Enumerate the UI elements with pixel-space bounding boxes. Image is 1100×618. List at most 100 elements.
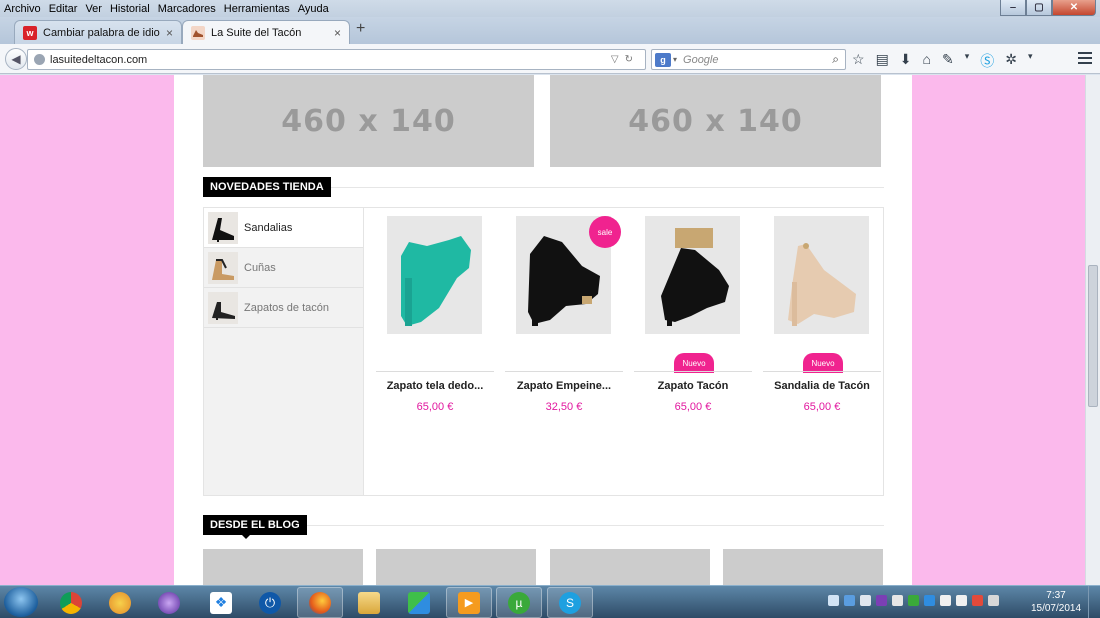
pen-icon[interactable]: ✎: [942, 51, 954, 71]
taskbar-media-player[interactable]: ▶: [446, 587, 492, 618]
blog-card[interactable]: [723, 549, 883, 585]
maximize-button[interactable]: ▢: [1026, 0, 1052, 16]
taskbar-utorrent[interactable]: µ: [496, 587, 542, 618]
clock-time: 7:37: [1046, 590, 1066, 601]
category-item-zapatos-de-tacon[interactable]: Zapatos de tacón: [204, 288, 363, 328]
onenote-icon[interactable]: [876, 595, 887, 606]
close-window-button[interactable]: ✕: [1052, 0, 1096, 16]
globe-icon: [34, 54, 45, 65]
menu-historial[interactable]: Historial: [106, 1, 154, 17]
product-name[interactable]: Zapato Empeine...: [505, 380, 623, 392]
category-item-cunas[interactable]: Cuñas: [204, 248, 363, 288]
menu-editar[interactable]: Editar: [45, 1, 82, 17]
blog-card[interactable]: [376, 549, 536, 585]
product-divider: [634, 371, 752, 372]
paint-palette-icon: [109, 591, 131, 614]
system-clock[interactable]: 7:37 15/07/2014: [1026, 589, 1086, 615]
minimize-button[interactable]: ‒: [1000, 0, 1026, 16]
taskbar-skype[interactable]: S: [547, 587, 593, 618]
chevron-down-icon[interactable]: ▾: [965, 51, 970, 71]
back-button[interactable]: ◀: [5, 48, 27, 70]
taskbar-orb-app[interactable]: [146, 587, 192, 618]
vertical-scrollbar[interactable]: [1085, 75, 1100, 585]
power-icon: ⏻: [259, 591, 281, 614]
menu-marcadores[interactable]: Marcadores: [154, 1, 220, 17]
taskbar-firefox[interactable]: [297, 587, 343, 618]
category-item-sandalias[interactable]: Sandalias: [204, 208, 363, 248]
banner-placeholder[interactable]: 460 x 140: [203, 75, 534, 167]
menu-archivo[interactable]: Archivo: [0, 1, 45, 17]
taskbar-explorer[interactable]: [346, 587, 392, 618]
tray-app-icon[interactable]: [988, 595, 999, 606]
home-icon[interactable]: ⌂: [923, 51, 931, 71]
product-price: 65,00 €: [803, 401, 841, 413]
chrome-icon: [60, 591, 82, 614]
url-actions: ▽↻: [611, 54, 639, 65]
search-icon[interactable]: ⌕: [832, 52, 839, 67]
taskbar-dropbox[interactable]: ❖: [198, 587, 244, 618]
product-image[interactable]: [387, 216, 482, 334]
tab-la-suite-del-tacon[interactable]: La Suite del Tacón ×: [182, 20, 350, 44]
tray-app-icon[interactable]: [860, 595, 871, 606]
skype-icon[interactable]: Ⓢ: [980, 51, 994, 71]
product-divider: [376, 371, 494, 372]
download-icon[interactable]: ⬇: [900, 51, 912, 71]
menu-ayuda[interactable]: Ayuda: [294, 1, 333, 17]
google-icon[interactable]: g: [655, 52, 671, 67]
product-price: 65,00 €: [416, 401, 454, 413]
search-bar[interactable]: g ▾ Google ⌕: [651, 49, 846, 70]
clipboard-icon[interactable]: ▤: [876, 51, 889, 71]
menu-hamburger-icon[interactable]: [1078, 52, 1092, 67]
page-content: 460 x 140 460 x 140 NOVEDADES TIENDA San…: [174, 75, 912, 585]
product-name[interactable]: Zapato Tacón: [634, 380, 752, 392]
action-center-icon[interactable]: [972, 595, 983, 606]
scrollbar-thumb[interactable]: [1088, 265, 1098, 407]
new-badge: Nuevo: [803, 353, 843, 373]
menu-herramientas[interactable]: Herramientas: [220, 1, 294, 17]
section-title-pointer: [242, 535, 250, 539]
taskbar-power-app[interactable]: ⏻: [247, 587, 293, 618]
url-bar[interactable]: lasuitedeltacon.com ▽↻: [27, 49, 646, 70]
network-signal-icon[interactable]: [940, 595, 951, 606]
dropbox-tray-icon[interactable]: [924, 595, 935, 606]
tray-app-icon[interactable]: [892, 595, 903, 606]
bookmark-star-icon[interactable]: ☆: [852, 51, 865, 71]
system-tray: [828, 595, 999, 606]
new-badge: Nuevo: [674, 353, 714, 373]
product-image[interactable]: [645, 216, 740, 334]
close-tab-icon[interactable]: ×: [334, 26, 341, 40]
blog-card[interactable]: [203, 549, 363, 585]
tab-cambiar-palabra[interactable]: w Cambiar palabra de idioma... ×: [14, 20, 182, 44]
new-tab-button[interactable]: +: [356, 20, 365, 38]
menu-ver[interactable]: Ver: [81, 1, 106, 17]
play-icon: ▶: [458, 591, 480, 614]
store-novedades: Sandalias Cuñas Zapatos de tacón Zapato …: [203, 207, 884, 496]
windows-start-icon[interactable]: [4, 587, 38, 617]
taskbar-chrome[interactable]: [48, 587, 94, 618]
banner-placeholder[interactable]: 460 x 140: [550, 75, 881, 167]
arrow-left-icon: ◀: [11, 52, 21, 66]
show-desktop-button[interactable]: [1088, 586, 1100, 618]
product-image[interactable]: [774, 216, 869, 334]
chevron-down-icon[interactable]: ▾: [673, 55, 677, 64]
search-placeholder[interactable]: Google: [683, 54, 832, 66]
volume-icon[interactable]: [956, 595, 967, 606]
window-controls: ‒ ▢ ✕: [1000, 0, 1096, 16]
tray-app-icon[interactable]: [844, 595, 855, 606]
extension-icon[interactable]: ✲: [1005, 51, 1017, 71]
folder-icon: [358, 591, 380, 614]
dropdown-arrow-icon[interactable]: ▽: [611, 54, 625, 65]
taskbar-paint[interactable]: [97, 587, 143, 618]
url-text[interactable]: lasuitedeltacon.com: [50, 54, 611, 66]
chevron-down-icon[interactable]: ▾: [1028, 51, 1033, 71]
close-tab-icon[interactable]: ×: [166, 26, 173, 40]
tab-bar: w Cambiar palabra de idioma... × La Suit…: [0, 17, 1100, 44]
product-name[interactable]: Zapato tela dedo...: [376, 380, 494, 392]
reload-icon[interactable]: ↻: [625, 54, 639, 65]
blog-card[interactable]: [550, 549, 710, 585]
utorrent-tray-icon[interactable]: [908, 595, 919, 606]
heel-thumbnail: [208, 291, 238, 324]
product-name[interactable]: Sandalia de Tacón: [763, 380, 881, 392]
taskbar-transfer-app[interactable]: [396, 587, 442, 618]
tray-app-icon[interactable]: [828, 595, 839, 606]
